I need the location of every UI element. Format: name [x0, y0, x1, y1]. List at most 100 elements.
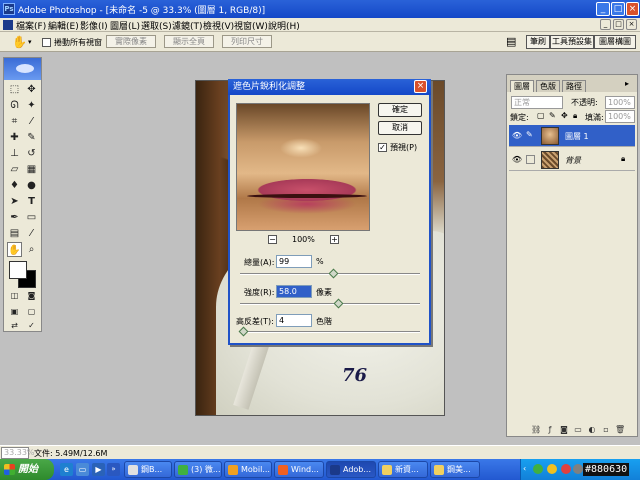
- panel-menu-icon[interactable]: ▸: [625, 79, 629, 88]
- stamp-tool-icon[interactable]: ⊥: [7, 146, 22, 161]
- radius-input[interactable]: 58.0: [276, 285, 312, 298]
- tab-brushes[interactable]: 筆刷: [526, 35, 550, 49]
- full-screen-icon[interactable]: ▢: [24, 304, 39, 319]
- task-button-photoshop[interactable]: Adob...: [326, 461, 376, 478]
- hand-tool-icon[interactable]: ✋: [12, 35, 27, 49]
- menu-window[interactable]: 視窗(W): [234, 19, 268, 32]
- notes-tool-icon[interactable]: ▤: [7, 226, 22, 241]
- maximize-button[interactable]: □: [611, 2, 625, 16]
- move-tool-icon[interactable]: ✥: [24, 82, 39, 97]
- zoom-level-field[interactable]: 33.33%: [1, 447, 35, 459]
- radius-slider-thumb[interactable]: [333, 298, 344, 309]
- volume-tray-icon[interactable]: [573, 464, 583, 474]
- brush-link-icon[interactable]: ✎: [526, 130, 533, 139]
- radius-slider[interactable]: [240, 298, 420, 309]
- menu-view[interactable]: 檢視(V): [203, 19, 234, 32]
- fill-input[interactable]: 100%: [605, 110, 635, 123]
- amount-slider[interactable]: [240, 268, 420, 279]
- tab-layer-comps[interactable]: 圖層構圖: [594, 35, 636, 49]
- minimize-button[interactable]: _: [596, 2, 610, 16]
- zoom-tool-icon[interactable]: ⌕: [24, 242, 39, 257]
- threshold-slider-thumb[interactable]: [238, 326, 249, 337]
- chevron-down-icon[interactable]: ▾: [28, 38, 32, 46]
- healing-brush-icon[interactable]: ✚: [7, 130, 22, 145]
- doc-close-button[interactable]: ×: [626, 19, 637, 30]
- foreground-color-swatch[interactable]: [9, 261, 27, 279]
- msn-tray-icon[interactable]: [533, 464, 543, 474]
- link-layers-icon[interactable]: ⛓︎: [531, 424, 541, 435]
- quick-mask-icon[interactable]: ◙: [24, 288, 39, 303]
- task-button-3[interactable]: Mobil...: [224, 461, 272, 478]
- quick-launch-chevron-icon[interactable]: »: [107, 463, 120, 476]
- type-tool-icon[interactable]: T: [24, 194, 39, 209]
- threshold-input[interactable]: 4: [276, 314, 312, 327]
- blend-mode-select[interactable]: 正常: [511, 96, 563, 109]
- trash-icon[interactable]: 🗑︎: [615, 424, 625, 435]
- filter-preview[interactable]: [236, 103, 370, 231]
- actual-pixels-button[interactable]: 實際像素: [106, 35, 156, 48]
- eyedropper-icon[interactable]: ⁄: [24, 226, 39, 241]
- doc-maximize-button[interactable]: □: [613, 19, 624, 30]
- threshold-slider[interactable]: [238, 326, 420, 337]
- eye-icon[interactable]: 👁︎: [511, 155, 523, 165]
- cancel-button[interactable]: 取消: [378, 121, 422, 135]
- path-select-icon[interactable]: ➤: [7, 194, 22, 209]
- lock-all-icon[interactable]: 🔒︎: [573, 111, 577, 121]
- history-brush-icon[interactable]: ↺: [24, 146, 39, 161]
- print-size-button[interactable]: 列印尺寸: [222, 35, 272, 48]
- task-button-4[interactable]: Wind...: [274, 461, 324, 478]
- layer-mask-icon[interactable]: ◙: [559, 424, 569, 435]
- opacity-input[interactable]: 100%: [605, 96, 635, 109]
- eye-icon[interactable]: 👁︎: [511, 131, 523, 141]
- menu-file[interactable]: 檔案(F): [16, 19, 46, 32]
- close-button[interactable]: ×: [626, 2, 639, 16]
- zoom-out-button[interactable]: −: [268, 235, 277, 244]
- menu-edit[interactable]: 編輯(E): [48, 19, 79, 32]
- task-button-7[interactable]: 鋼美...: [430, 461, 480, 478]
- layer-style-icon[interactable]: ƒ: [545, 424, 555, 435]
- start-button[interactable]: 開始: [0, 459, 54, 480]
- layer-row-background[interactable]: 👁︎ 背景 🔒︎: [509, 149, 635, 171]
- tab-paths[interactable]: 路徑: [562, 80, 586, 92]
- lock-image-icon[interactable]: ✎: [549, 111, 556, 120]
- network-tray-icon[interactable]: [547, 464, 557, 474]
- imageready-icon[interactable]: ⇄: [7, 318, 22, 333]
- eraser-tool-icon[interactable]: ▱: [7, 162, 22, 177]
- amount-input[interactable]: 99: [276, 255, 312, 268]
- marquee-tool-icon[interactable]: ⬚: [7, 82, 22, 97]
- jump-icon[interactable]: ✓: [24, 318, 39, 333]
- blur-tool-icon[interactable]: ♦: [7, 178, 22, 193]
- lock-transparency-icon[interactable]: ▢: [537, 111, 545, 120]
- slice-tool-icon[interactable]: ⁄: [24, 114, 39, 129]
- layer-row-layer-1[interactable]: 👁︎ ✎ 圖層 1: [509, 125, 635, 147]
- palette-well-icon[interactable]: ▤: [506, 35, 516, 48]
- dodge-tool-icon[interactable]: ●: [24, 178, 39, 193]
- standard-mode-icon[interactable]: ◫: [7, 288, 22, 303]
- task-button-6[interactable]: 新資...: [378, 461, 428, 478]
- shape-tool-icon[interactable]: ▭: [24, 210, 39, 225]
- ie-icon[interactable]: e: [60, 463, 73, 476]
- show-desktop-icon[interactable]: ▭: [76, 463, 89, 476]
- media-player-icon[interactable]: ▶: [92, 463, 105, 476]
- task-button-1[interactable]: 鋼B...: [124, 461, 172, 478]
- tab-channels[interactable]: 色版: [536, 80, 560, 92]
- tab-layers[interactable]: 圖層: [510, 80, 534, 92]
- new-group-icon[interactable]: ▭: [573, 424, 583, 435]
- new-layer-icon[interactable]: ▫: [601, 424, 611, 435]
- link-box[interactable]: [526, 155, 535, 164]
- tray-expand-icon[interactable]: ‹: [523, 464, 526, 473]
- menu-image[interactable]: 影像(I): [80, 19, 108, 32]
- zoom-in-button[interactable]: +: [330, 235, 339, 244]
- screen-mode-icon[interactable]: ▣: [7, 304, 22, 319]
- hand-tool-icon[interactable]: ✋: [7, 242, 22, 257]
- menu-layer[interactable]: 圖層(L): [110, 19, 140, 32]
- brush-tool-icon[interactable]: ✎: [24, 130, 39, 145]
- preview-checkbox[interactable]: ✓: [378, 143, 387, 152]
- amount-slider-thumb[interactable]: [328, 268, 339, 279]
- scroll-all-windows-checkbox[interactable]: [42, 38, 51, 47]
- magic-wand-icon[interactable]: ✦: [24, 98, 39, 113]
- menu-help[interactable]: 說明(H): [268, 19, 300, 32]
- tab-tool-presets[interactable]: 工具預設集: [550, 35, 594, 49]
- fit-on-screen-button[interactable]: 顯示全頁: [164, 35, 214, 48]
- lock-position-icon[interactable]: ✥: [561, 111, 568, 120]
